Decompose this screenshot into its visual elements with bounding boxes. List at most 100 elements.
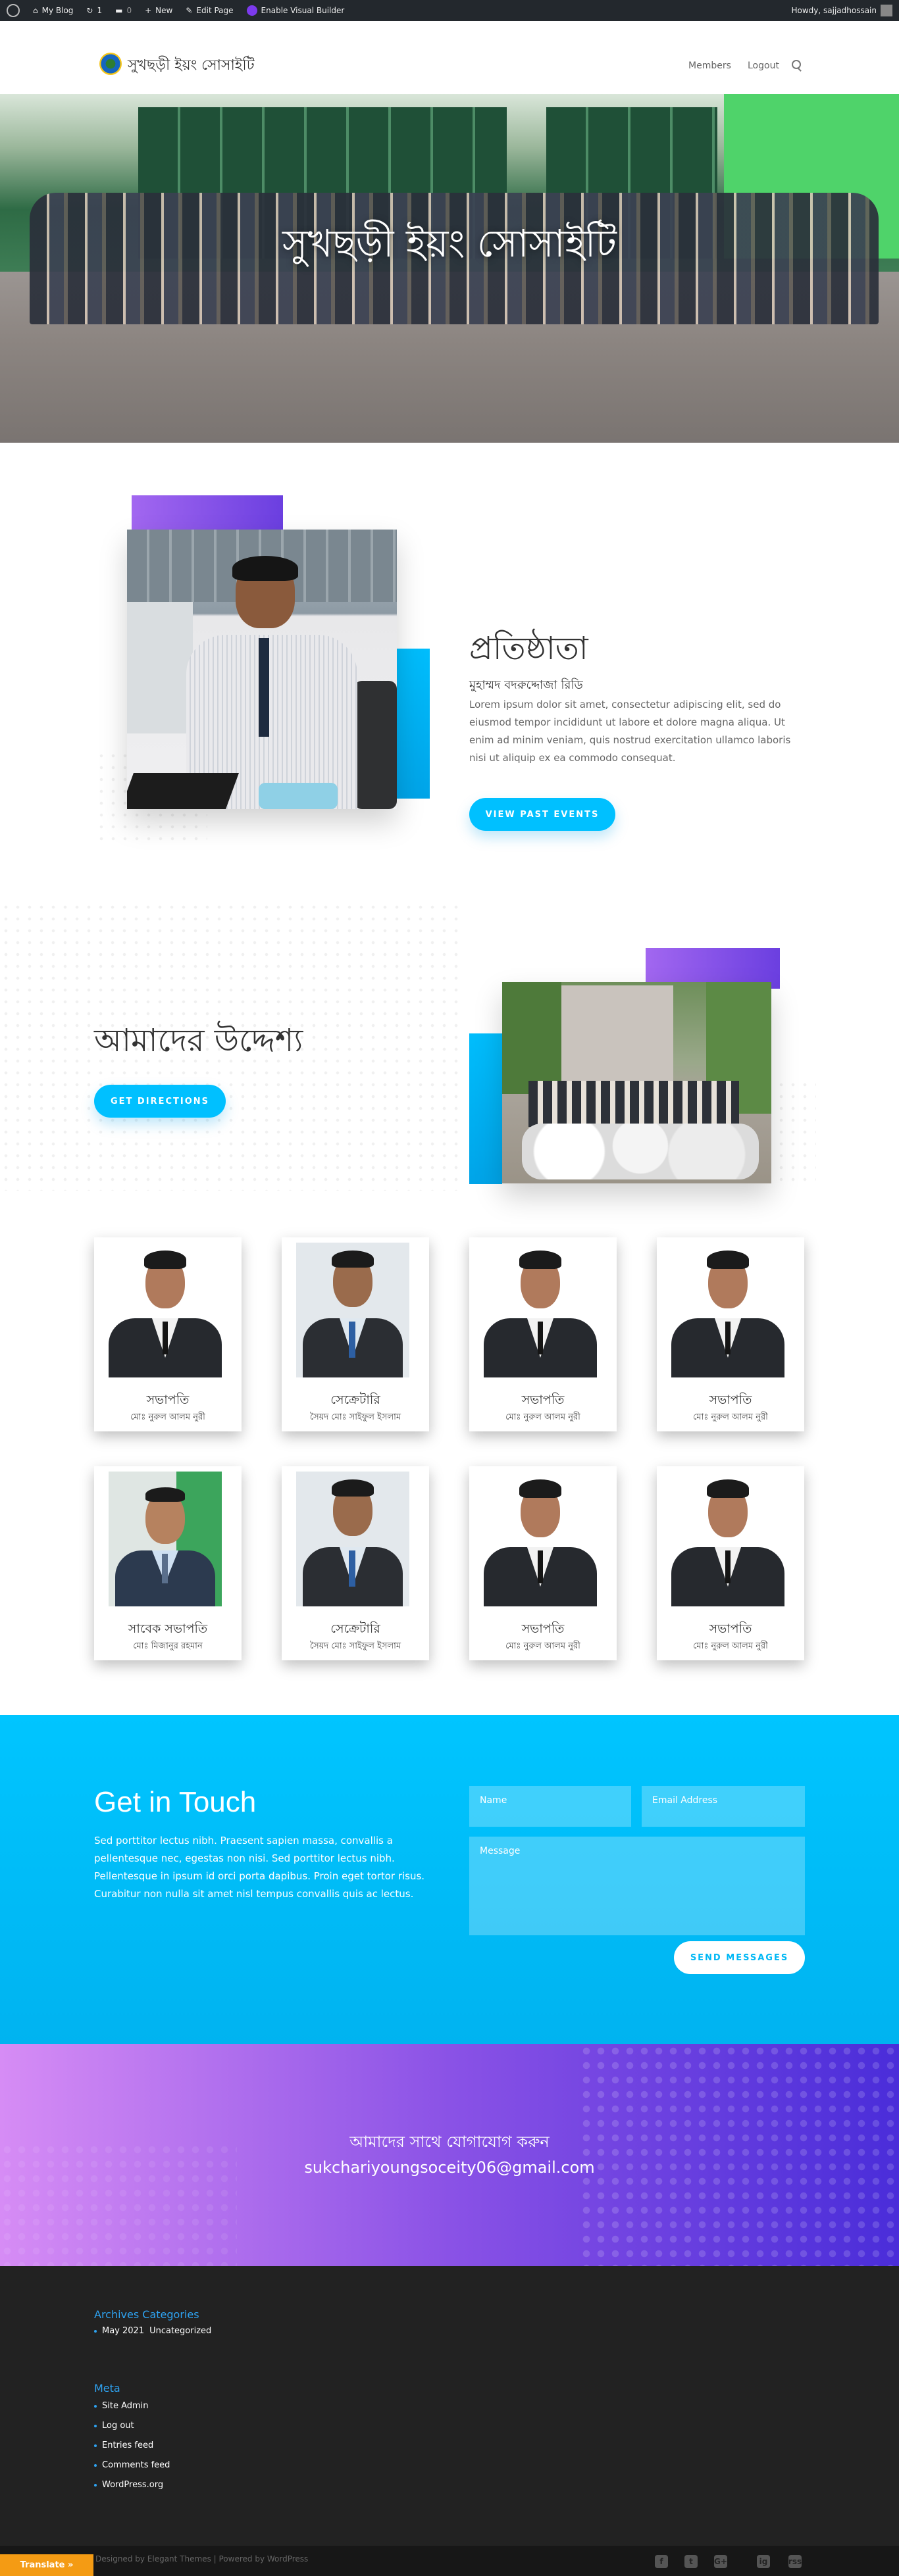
site-title[interactable]: সুখছড়ী ইয়ং সোসাইটি <box>128 54 255 78</box>
member-role: সভাপতি <box>521 1393 565 1407</box>
wordpress-icon <box>7 4 20 17</box>
member-name: সৈয়দ মোঃ সাইফুল ইসলাম <box>309 1412 401 1422</box>
team-card: সাবেক সভাপতি মোঃ মিজানুর রহমান <box>94 1466 242 1660</box>
meta-site-admin[interactable]: Site Admin <box>94 2401 149 2411</box>
search-icon[interactable] <box>792 60 801 69</box>
site-header: সুখছড়ী ইয়ং সোসাইটি Members Logout <box>0 21 899 94</box>
my-blog-link[interactable]: ⌂ My Blog <box>26 0 80 21</box>
member-role: সেক্রেটারি <box>330 1622 380 1636</box>
meta-label: Comments feed <box>102 2460 170 2470</box>
meta-title: Meta <box>94 2382 120 2394</box>
member-name: মোঃ নুরুল আলম নুরী <box>693 1412 768 1422</box>
member-name: মোঃ নুরুল আলম নুরী <box>693 1641 768 1651</box>
member-photo <box>671 1472 784 1606</box>
facebook-icon[interactable]: f <box>655 2555 668 2568</box>
founder-text: Lorem ipsum dolor sit amet, consectetur … <box>469 699 791 764</box>
pencil-icon: ✎ <box>186 6 193 15</box>
meta-comments-feed[interactable]: Comments feed <box>94 2460 170 2470</box>
member-photo <box>484 1472 597 1606</box>
meta-label: Log out <box>102 2421 134 2431</box>
member-photo <box>109 1243 222 1377</box>
new-content-link[interactable]: + New <box>138 0 179 21</box>
hero-title: সুখছড়ী ইয়ং সোসাইটি <box>282 221 617 266</box>
footer-credits: Designed by Elegant Themes | Powered by … <box>95 2554 309 2564</box>
meta-wordpress-org[interactable]: WordPress.org <box>94 2480 163 2490</box>
bullet-icon <box>94 2424 97 2427</box>
edit-page-link[interactable]: ✎ Edit Page <box>179 0 240 21</box>
team-card: সভাপতি মোঃ নুরুল আলম নুরী <box>469 1466 617 1660</box>
visual-builder-link[interactable]: Enable Visual Builder <box>240 0 351 21</box>
home-icon: ⌂ <box>33 6 38 15</box>
name-placeholder: Name <box>480 1795 507 1806</box>
instagram-icon[interactable]: ig <box>757 2555 770 2568</box>
cta-title: আমাদের সাথে যোগাযোগ করুন <box>349 2133 550 2151</box>
bullet-icon <box>94 2404 97 2408</box>
member-name: মোঃ নুরুল আলম নুরী <box>130 1412 205 1422</box>
bullet-icon <box>94 2444 97 2447</box>
founder-heading: প্রতিষ্ঠাতা <box>469 630 588 667</box>
admin-bar: ⌂ My Blog ↻ 1 ▬ 0 + New ✎ Edit Page Enable Vi… <box>0 0 899 21</box>
member-role: সভাপতি <box>146 1393 190 1407</box>
blue-accent-block <box>469 1033 502 1184</box>
comment-icon: ▬ <box>115 6 123 15</box>
contact-cta-section: আমাদের সাথে যোগাযোগ করুন sukchariyoungso… <box>0 2044 899 2266</box>
team-card: সভাপতি মোঃ নুরুল আলম নুরী <box>657 1466 804 1660</box>
member-role: সভাপতি <box>521 1622 565 1636</box>
member-photo <box>296 1472 409 1606</box>
wordpress-logo-menu[interactable] <box>0 0 26 21</box>
member-role: সভাপতি <box>709 1622 752 1636</box>
team-card: সভাপতি মোঃ নুরুল আলম নুরী <box>94 1237 242 1431</box>
nav-members[interactable]: Members <box>688 61 731 71</box>
email-placeholder: Email Address <box>652 1795 718 1806</box>
mission-photo <box>502 982 771 1183</box>
nav-logout[interactable]: Logout <box>748 61 779 71</box>
divi-icon <box>246 5 257 16</box>
member-role: সেক্রেটারি <box>330 1393 380 1407</box>
meta-label: Site Admin <box>102 2401 149 2411</box>
member-name: মোঃ নুরুল আলম নুরী <box>505 1641 580 1651</box>
member-photo <box>484 1243 597 1377</box>
refresh-icon: ↻ <box>86 6 93 15</box>
meta-log-out[interactable]: Log out <box>94 2421 134 2431</box>
google-plus-icon[interactable]: G+ <box>714 2555 727 2568</box>
purple-accent-block <box>132 495 283 535</box>
mission-heading: আমাদের উদ্দেশ্য <box>94 1022 303 1059</box>
bullet-icon <box>94 2329 97 2333</box>
view-past-events-button[interactable]: VIEW PAST EVENTS <box>469 798 615 831</box>
email-field[interactable]: Email Address <box>642 1786 805 1827</box>
name-field[interactable]: Name <box>469 1786 631 1827</box>
translate-button[interactable]: Translate » <box>0 2554 93 2576</box>
rss-icon[interactable]: rss <box>788 2555 802 2568</box>
archive-month: May 2021 <box>102 2326 145 2336</box>
account-menu[interactable]: Howdy, sajjadhossain <box>784 0 899 21</box>
send-messages-button[interactable]: SEND MESSAGES <box>674 1941 805 1974</box>
member-name: সৈয়দ মোঃ সাইফুল ইসলাম <box>309 1641 401 1651</box>
bullet-icon <box>94 2464 97 2467</box>
get-directions-button[interactable]: GET DIRECTIONS <box>94 1085 226 1118</box>
meta-label: WordPress.org <box>102 2480 164 2490</box>
footer: Archives Categories May 2021 Uncategorize… <box>0 2266 899 2556</box>
contact-section: Get in Touch Sed porttitor lectus nibh. … <box>0 1715 899 2044</box>
archive-category: Uncategorized <box>149 2326 212 2336</box>
bullet-icon <box>94 2483 97 2487</box>
contact-text: Sed porttitor lectus nibh. Praesent sapi… <box>94 1835 425 1900</box>
comments-link[interactable]: ▬ 0 <box>109 0 138 21</box>
team-card: সভাপতি মোঃ নুরুল আলম নুরী <box>657 1237 804 1431</box>
archives-item[interactable]: May 2021 Uncategorized <box>94 2326 211 2336</box>
meta-entries-feed[interactable]: Entries feed <box>94 2440 153 2450</box>
site-logo[interactable] <box>99 53 122 75</box>
cta-email[interactable]: sukchariyoungsoceity06@gmail.com <box>0 2158 899 2177</box>
team-card: সেক্রেটারি সৈয়দ মোঃ সাইফুল ইসলাম <box>282 1237 429 1431</box>
member-photo <box>109 1472 222 1606</box>
plus-icon: + <box>145 6 152 15</box>
updates-link[interactable]: ↻ 1 <box>80 0 109 21</box>
hero-section: সুখছড়ী ইয়ং সোসাইটি <box>0 94 899 443</box>
archives-title: Archives Categories <box>94 2308 199 2321</box>
twitter-icon[interactable]: t <box>684 2555 698 2568</box>
message-field[interactable]: Message <box>469 1837 805 1935</box>
avatar <box>881 5 892 16</box>
team-card: সেক্রেটারি সৈয়দ মোঃ সাইফুল ইসলাম <box>282 1466 429 1660</box>
member-photo <box>671 1243 784 1377</box>
message-placeholder: Message <box>480 1846 521 1856</box>
team-card: সভাপতি মোঃ নুরুল আলম নুরী <box>469 1237 617 1431</box>
